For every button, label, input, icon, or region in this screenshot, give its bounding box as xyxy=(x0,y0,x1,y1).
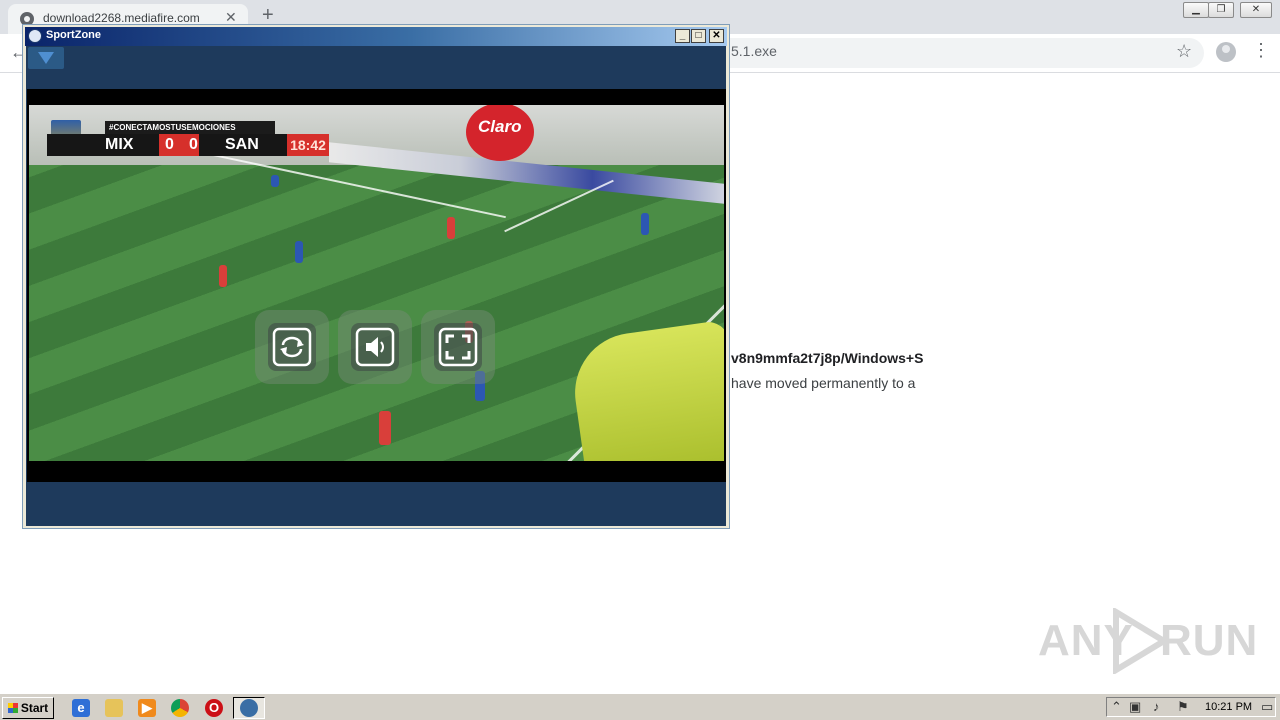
sportzone-minimize-button[interactable]: _ xyxy=(675,29,690,43)
replay-button[interactable] xyxy=(255,310,329,384)
sportzone-content: Claro #CONECTAMOSTUSEMOCIONES MIX 0 0 SA… xyxy=(26,46,726,526)
browser-minimize-button[interactable]: ▁ xyxy=(1183,2,1209,18)
volume-icon xyxy=(355,327,395,367)
sportzone-app-icon xyxy=(28,29,42,43)
windows-logo-icon xyxy=(7,703,18,713)
page-body-text: have moved permanently to a xyxy=(731,375,916,391)
sportzone-title: SportZone xyxy=(46,29,101,41)
team-bench xyxy=(567,319,724,461)
tray-expand-icon[interactable]: ⌃ xyxy=(1111,699,1122,715)
taskbar: Start e ▶ O ⌃ ▣ ♪ ⚑ 10:21 PM ▭ xyxy=(0,692,1280,720)
player xyxy=(295,241,303,263)
watermark-run: RUN xyxy=(1160,616,1259,665)
player xyxy=(641,213,649,235)
browser-restore-button[interactable]: ❐ xyxy=(1208,2,1234,18)
sportzone-taskbar-button[interactable] xyxy=(233,697,265,719)
speaker-icon[interactable]: ♪ xyxy=(1153,699,1160,714)
away-team: SAN xyxy=(225,136,259,153)
tab-title: download2268.mediafire.com xyxy=(43,11,200,25)
sponsor-balloon: Claro xyxy=(466,105,534,161)
network-icon[interactable]: ▣ xyxy=(1129,699,1141,715)
show-desktop-icon[interactable]: ▭ xyxy=(1261,699,1273,715)
channel-dropdown-icon[interactable] xyxy=(28,47,64,69)
home-team: MIX xyxy=(105,136,134,153)
start-label: Start xyxy=(20,701,49,715)
profile-avatar-icon[interactable] xyxy=(1216,42,1236,62)
browser-close-button[interactable]: ✕ xyxy=(1240,2,1272,18)
page-heading-text: v8n9mmfa2t7j8p/Windows+S xyxy=(731,350,924,366)
bookmark-star-icon[interactable]: ☆ xyxy=(1176,41,1192,62)
sportzone-maximize-button[interactable]: □ xyxy=(691,29,706,43)
media-player-icon[interactable]: ▶ xyxy=(138,699,156,717)
player xyxy=(447,217,455,239)
play-logo-icon xyxy=(1113,608,1168,674)
video-frame: Claro #CONECTAMOSTUSEMOCIONES MIX 0 0 SA… xyxy=(29,105,724,461)
scoreboard-bar: MIX 0 0 SAN 18:42 xyxy=(47,134,329,156)
folder-icon[interactable] xyxy=(105,699,123,717)
scoreboard-hashtag: #CONECTAMOSTUSEMOCIONES xyxy=(105,121,275,134)
anyrun-watermark: ANY RUN xyxy=(1038,606,1257,676)
player xyxy=(219,265,227,287)
volume-button[interactable] xyxy=(338,310,412,384)
fullscreen-icon xyxy=(438,327,478,367)
flag-icon[interactable]: ⚑ xyxy=(1177,699,1189,715)
balloon-text: Claro xyxy=(478,117,522,136)
internet-explorer-icon[interactable]: e xyxy=(72,699,90,717)
video-player[interactable]: Claro #CONECTAMOSTUSEMOCIONES MIX 0 0 SA… xyxy=(27,89,726,482)
home-score: 0 xyxy=(165,136,174,153)
start-button[interactable]: Start xyxy=(2,697,54,719)
scoreboard-overlay: #CONECTAMOSTUSEMOCIONES MIX 0 0 SAN 18:4… xyxy=(47,120,329,158)
fullscreen-button[interactable] xyxy=(421,310,495,384)
player xyxy=(271,175,279,187)
sportzone-taskbar-icon xyxy=(240,699,258,717)
opera-icon[interactable]: O xyxy=(205,699,223,717)
field-line xyxy=(504,179,614,233)
sportzone-close-button[interactable]: ✕ xyxy=(709,29,724,43)
chrome-icon[interactable] xyxy=(171,699,189,717)
system-tray: ⌃ ▣ ♪ ⚑ 10:21 PM ▭ xyxy=(1106,697,1276,717)
replay-icon xyxy=(272,327,312,367)
away-score: 0 xyxy=(189,136,198,153)
sportzone-window: SportZone _ □ ✕ Claro #CONECTAMOSTUSEMOC… xyxy=(22,24,730,529)
player xyxy=(379,411,391,445)
taskbar-clock[interactable]: 10:21 PM xyxy=(1205,701,1252,713)
match-clock: 18:42 xyxy=(287,134,329,156)
sportzone-titlebar[interactable]: SportZone _ □ ✕ xyxy=(25,27,727,46)
address-text: 5.1.exe xyxy=(731,43,777,59)
browser-menu-icon[interactable]: ⋮ xyxy=(1252,40,1270,61)
